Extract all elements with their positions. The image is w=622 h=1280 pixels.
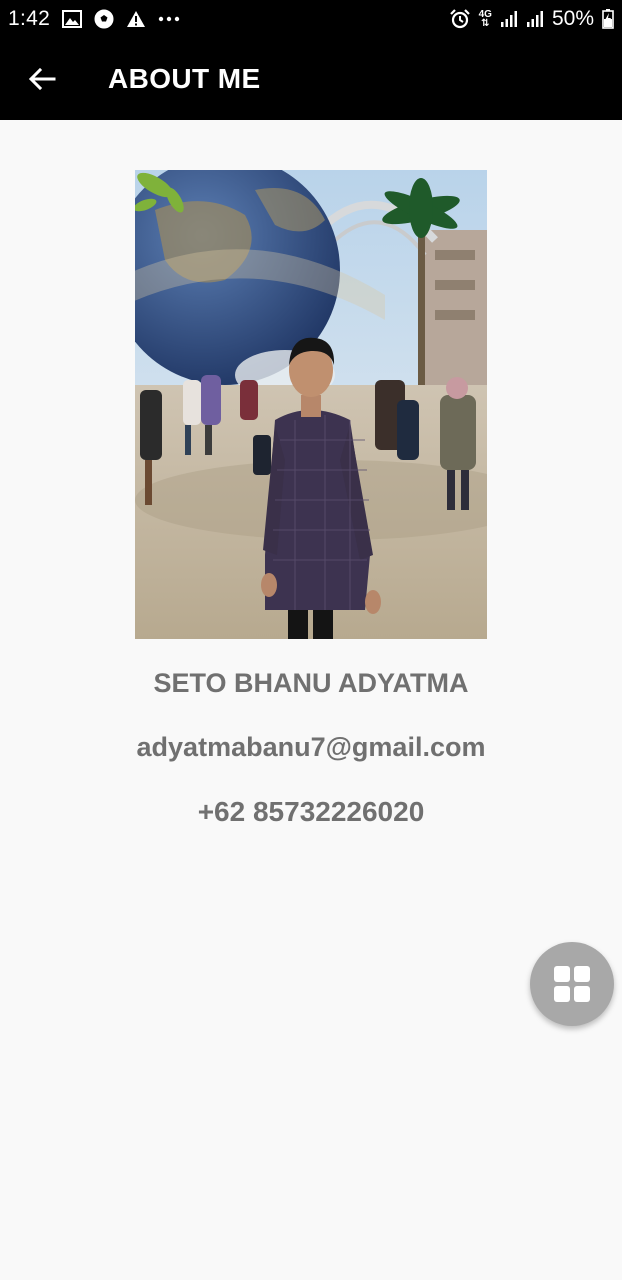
status-bar-left: 1:42 [8, 7, 180, 31]
profile-email[interactable]: adyatmabanu7@gmail.com [0, 732, 622, 763]
network-type: 4G ⇅ [479, 10, 492, 29]
battery-charging-icon [602, 9, 614, 29]
profile-phone[interactable]: +62 85732226020 [0, 796, 622, 828]
about-content: SETO BHANU ADYATMA adyatmabanu7@gmail.co… [0, 120, 622, 1280]
image-icon [62, 10, 83, 28]
signal-icon [526, 10, 544, 28]
profile-photo-illustration [135, 170, 487, 639]
page-title: ABOUT ME [108, 63, 261, 94]
profile-photo [135, 170, 487, 639]
profile-name: SETO BHANU ADYATMA [153, 668, 469, 698]
status-bar-right: 4G ⇅ 50% [449, 7, 614, 31]
soccer-ball-icon [94, 9, 114, 29]
grid-menu-icon [552, 964, 592, 1004]
menu-fab-button[interactable] [530, 942, 614, 1026]
app-bar: ABOUT ME [0, 38, 622, 120]
more-dots-icon [158, 16, 180, 22]
arrow-left-icon [28, 67, 56, 91]
warning-icon [126, 10, 146, 28]
status-time: 1:42 [8, 7, 51, 30]
signal-icon [500, 10, 518, 28]
alarm-icon [449, 9, 471, 29]
data-arrows-icon: ⇅ [481, 18, 490, 29]
back-button[interactable] [14, 51, 70, 107]
status-bar: 1:42 4G ⇅ 50% [0, 0, 622, 38]
battery-percent: 50% [551, 7, 594, 30]
